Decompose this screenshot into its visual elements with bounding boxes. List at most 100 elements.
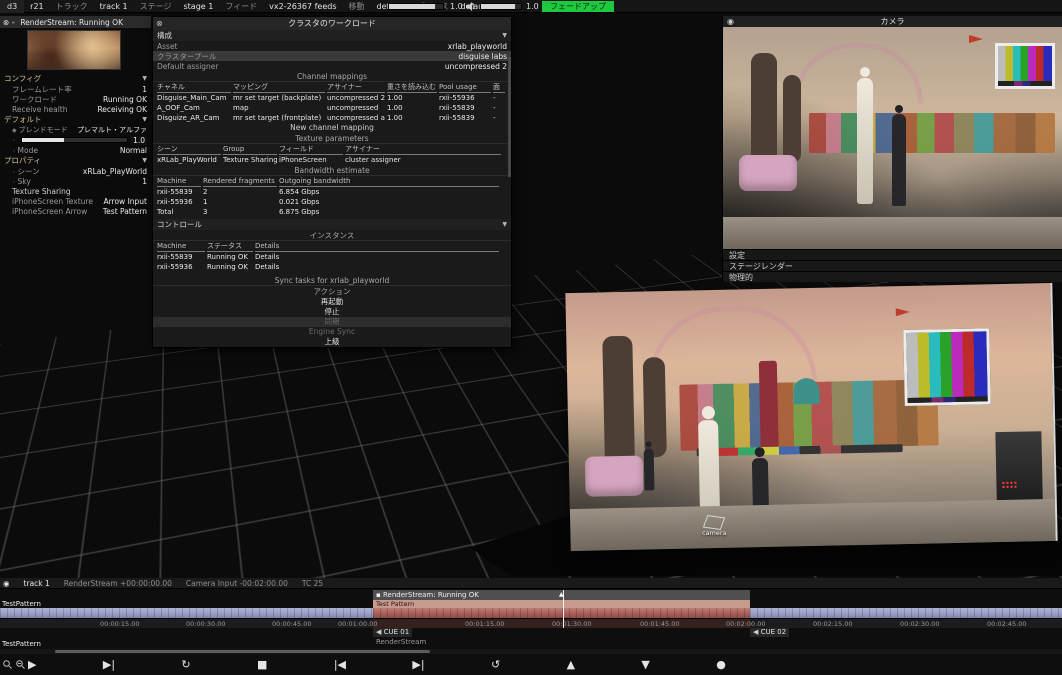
keyframe-icon[interactable]: ◦	[12, 169, 16, 176]
timeline-track-lane[interactable]	[0, 608, 1062, 618]
cell-delete[interactable]: -	[493, 103, 505, 113]
menu-stage-value[interactable]: stage 1	[177, 2, 219, 11]
cluster-pool-row[interactable]: クラスタープール disguise labs	[153, 51, 511, 61]
section-control[interactable]: コントロール ▼	[153, 219, 511, 230]
cell-delete[interactable]: -	[493, 93, 505, 103]
iphonescreen-texture-value[interactable]: Arrow Input	[103, 197, 147, 206]
opacity-value[interactable]: 1.0	[131, 136, 147, 145]
record-button[interactable]: ●	[716, 657, 726, 673]
menu-settings[interactable]: 設定	[723, 249, 1062, 260]
stop-button[interactable]: ■	[257, 657, 267, 673]
scene-value[interactable]: xRLab_PlayWorld	[83, 167, 147, 176]
workload-row[interactable]: ワークロード Running OK	[0, 94, 151, 104]
camera-icon[interactable]: ◉	[727, 16, 734, 27]
master-level-slider[interactable]	[388, 3, 444, 10]
new-channel-mapping-button[interactable]: New channel mapping	[153, 123, 511, 133]
track1-name[interactable]: TestPattern	[2, 600, 41, 608]
return-to-start-button[interactable]: ↺	[491, 657, 500, 673]
close-icon[interactable]: ⊗	[156, 17, 163, 30]
mode-value[interactable]: Normal	[120, 146, 147, 155]
cell-channel[interactable]: Disguize_AR_Cam	[157, 113, 231, 123]
up-arrow-button[interactable]: ▲	[567, 657, 575, 673]
scene-row[interactable]: ◦シーン xRLab_PlayWorld	[0, 166, 151, 176]
menu-physical[interactable]: 物理的	[723, 271, 1062, 282]
horizontal-scrollbar[interactable]	[0, 649, 1062, 654]
sky-row[interactable]: ◦Sky 1	[0, 176, 151, 186]
keyframe-icon[interactable]: ◦	[12, 137, 16, 144]
cell-pool-usage[interactable]: rxii-55839	[439, 103, 491, 113]
cell-pool-usage[interactable]: rxii-55936	[439, 93, 491, 103]
camera-gizmo[interactable]: camera	[702, 516, 727, 537]
iphonescreen-texture-row[interactable]: iPhoneScreen Texture Arrow Input	[0, 196, 151, 206]
menu-stage-label[interactable]: ステージ	[134, 1, 178, 12]
details-link[interactable]: Details	[255, 262, 499, 272]
default-assigner-row[interactable]: Default assigner uncompressed 2	[153, 61, 511, 71]
testpattern-clip[interactable]	[750, 608, 1062, 618]
iphonescreen-arrow-value[interactable]: Test Pattern	[103, 207, 147, 216]
track-icon[interactable]: ◉	[3, 579, 10, 588]
camera-3d-view[interactable]	[723, 27, 1062, 249]
expand-icon[interactable]: ▸	[12, 19, 15, 26]
previous-section-button[interactable]: |◀	[334, 657, 346, 673]
renderstream-clip[interactable]	[373, 608, 750, 618]
close-icon[interactable]: ⊗	[3, 18, 9, 27]
testpattern-clip[interactable]	[0, 608, 373, 618]
next-section-button[interactable]: ▶|	[412, 657, 424, 673]
cell-mapping[interactable]: mr set target (backplate)	[233, 93, 325, 103]
cell-weight[interactable]: 1.00	[387, 103, 437, 113]
zoom-in-icon[interactable]	[16, 660, 25, 669]
opacity-slider[interactable]	[21, 137, 129, 143]
stage-3d-viewport[interactable]: camera	[470, 284, 1062, 576]
track2-name[interactable]: TestPattern	[2, 640, 41, 648]
default-assigner-value[interactable]: uncompressed 2	[445, 62, 507, 71]
keyframe-icon[interactable]: ◦	[12, 148, 16, 155]
keyframe-icon[interactable]: ◦	[12, 179, 16, 186]
cue-01-marker[interactable]: ◀ CUE 01	[373, 628, 412, 637]
asset-row[interactable]: Asset xrlab_playworld	[153, 41, 511, 51]
volume-slider[interactable]	[480, 3, 522, 10]
cell-weight[interactable]: 1.00	[387, 113, 437, 123]
cell-assigner[interactable]: uncompressed 2	[327, 93, 385, 103]
receive-health-row[interactable]: Receive health Receiving OK	[0, 104, 151, 114]
window-scrollbar[interactable]	[508, 57, 511, 177]
menu-track-label[interactable]: トラック	[50, 1, 94, 12]
d3-logo[interactable]: d3	[0, 0, 24, 13]
workload-status[interactable]: Running OK	[103, 95, 147, 104]
section-config[interactable]: コンフィグ ▼	[0, 73, 151, 84]
zoom-out-icon[interactable]	[3, 660, 12, 669]
iphonescreen-arrow-row[interactable]: iPhoneScreen Arrow Test Pattern	[0, 206, 151, 216]
cell-delete[interactable]: -	[493, 113, 505, 123]
menu-stage-render[interactable]: ステージレンダー	[723, 260, 1062, 271]
section-properties[interactable]: プロパティ ▼	[0, 155, 151, 166]
cluster-pool-value[interactable]: disguise labs	[458, 52, 507, 61]
playhead-marker-icon[interactable]: ▲	[559, 591, 564, 598]
cell-pool-usage[interactable]: rxii-55839	[439, 113, 491, 123]
layer-editor-titlebar[interactable]: ⊗ ▸ RenderStream: Running OK	[0, 16, 151, 28]
section-structure[interactable]: 構成 ▼	[153, 30, 511, 41]
opacity-row[interactable]: ◦ 1.0	[0, 135, 151, 145]
cell-assigner[interactable]: uncompressed alpha	[327, 113, 385, 123]
texture-sharing-header-row[interactable]: Texture Sharing	[0, 186, 151, 196]
cell-assigner[interactable]: uncompressed	[327, 103, 385, 113]
menu-move-label[interactable]: 移動	[343, 1, 371, 12]
renderstream-track-label[interactable]: RenderStream	[376, 638, 426, 646]
stop-button[interactable]: 停止	[153, 307, 511, 317]
scrollbar-thumb[interactable]	[55, 650, 430, 653]
cell-weight[interactable]: 1.00	[387, 93, 437, 103]
cell-channel[interactable]: Disguise_Main_Cam	[157, 93, 231, 103]
blendmode-row[interactable]: ◆ブレンドモード プレマルト・アルファ	[0, 125, 151, 135]
cell-group[interactable]: Texture Sharing	[223, 155, 277, 165]
cell-channel[interactable]: A_OOF_Cam	[157, 103, 231, 113]
cue-02-marker[interactable]: ◀ CUE 02	[750, 628, 789, 637]
cell-mapping[interactable]: map	[233, 103, 325, 113]
down-arrow-button[interactable]: ▼	[641, 657, 649, 673]
menu-feed-value[interactable]: vx2-26367 feeds	[263, 2, 342, 11]
cell-assigner[interactable]: cluster assigner	[345, 155, 501, 165]
cell-mapping[interactable]: mr set target (frontplate)	[233, 113, 325, 123]
timecode-ruler[interactable]: 00:00:15.00 00:00:30.00 00:00:45.00 00:0…	[0, 618, 1062, 628]
asset-value[interactable]: xrlab_playworld	[448, 42, 507, 51]
keyframe-icon[interactable]: ◆	[12, 127, 17, 134]
restart-button[interactable]: 再起動	[153, 297, 511, 307]
fade-up-button[interactable]: フェードアップ	[542, 1, 614, 12]
section-defaults[interactable]: デフォルト ▼	[0, 114, 151, 125]
